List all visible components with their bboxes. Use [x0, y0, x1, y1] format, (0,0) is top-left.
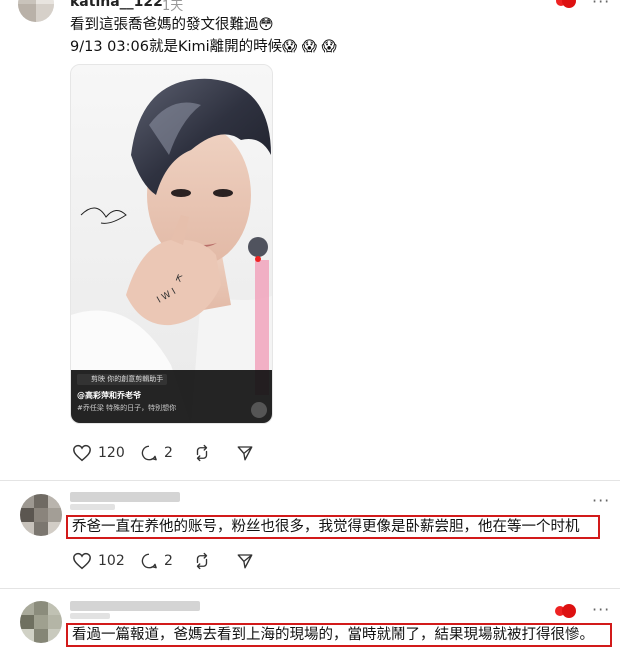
share-icon [237, 446, 253, 461]
username-redacted [70, 492, 180, 502]
reply-icon [141, 445, 157, 461]
avatar[interactable] [20, 601, 62, 643]
divider [0, 480, 620, 481]
share-button[interactable] [236, 444, 254, 462]
post-image[interactable]: K I W I 剪映 你的創意剪輯助手 @高彩萍和乔老爷 #乔任梁 特殊的日子，… [70, 64, 273, 424]
more-icon[interactable]: ··· [592, 491, 610, 510]
more-icon[interactable]: ··· [592, 0, 610, 11]
repost-button[interactable] [193, 552, 211, 570]
post-time: 1天 [162, 0, 184, 14]
username-redacted [70, 613, 110, 619]
more-icon[interactable]: ··· [592, 600, 610, 619]
repost-icon [196, 444, 208, 462]
username-redacted [70, 601, 200, 611]
comment-text: 看過一篇報道，爸媽去看到上海的現場的，當時就鬧了，結果現場就被打得很慘。 [72, 627, 594, 643]
repost-button[interactable] [193, 444, 211, 462]
comment-text: 乔爸一直在养他的账号，粉丝也很多，我觉得更像是卧薪尝胆，他在等一个时机 [72, 519, 580, 535]
share-icon [237, 554, 253, 569]
comment-highlight: 乔爸一直在养他的账号，粉丝也很多，我觉得更像是卧薪尝胆，他在等一个时机 [66, 515, 600, 539]
avatar[interactable] [18, 0, 54, 22]
follow-badge-icon [562, 0, 576, 8]
like-count: 120 [98, 445, 125, 461]
heart-icon [73, 552, 91, 570]
reply-count: 2 [164, 553, 173, 569]
comment-highlight: 看過一篇報道，爸媽去看到上海的現場的，當時就鬧了，結果現場就被打得很慘。 [66, 623, 612, 647]
like-count: 102 [98, 553, 125, 569]
post-username[interactable]: katina__122 [70, 0, 163, 10]
video-handle: @高彩萍和乔老爷 [77, 391, 141, 400]
reply-button[interactable]: 2 [140, 444, 173, 462]
divider [0, 588, 620, 589]
username-redacted [70, 504, 115, 510]
reply-count: 2 [164, 445, 173, 461]
reply-button[interactable]: 2 [140, 552, 173, 570]
share-button[interactable] [236, 552, 254, 570]
portrait-photo: K I W I [71, 65, 272, 423]
watermark-app: 剪映 [91, 375, 105, 383]
post-text-line-2: 9/13 03:06就是Kimi離開的時候😱 😱 😱 [70, 39, 337, 55]
avatar[interactable] [20, 494, 62, 536]
post-text-line-1: 看到這張喬爸媽的發文很難過😳 [70, 17, 274, 33]
follow-badge-icon [562, 604, 576, 618]
heart-icon [73, 444, 91, 462]
video-caption: #乔任梁 特殊的日子，特别想你 [77, 404, 177, 412]
repost-icon [196, 552, 208, 570]
like-button[interactable]: 120 [72, 444, 125, 462]
watermark-slogan: 你的創意剪輯助手 [107, 375, 164, 383]
reply-icon [141, 553, 157, 569]
like-button[interactable]: 102 [72, 552, 125, 570]
